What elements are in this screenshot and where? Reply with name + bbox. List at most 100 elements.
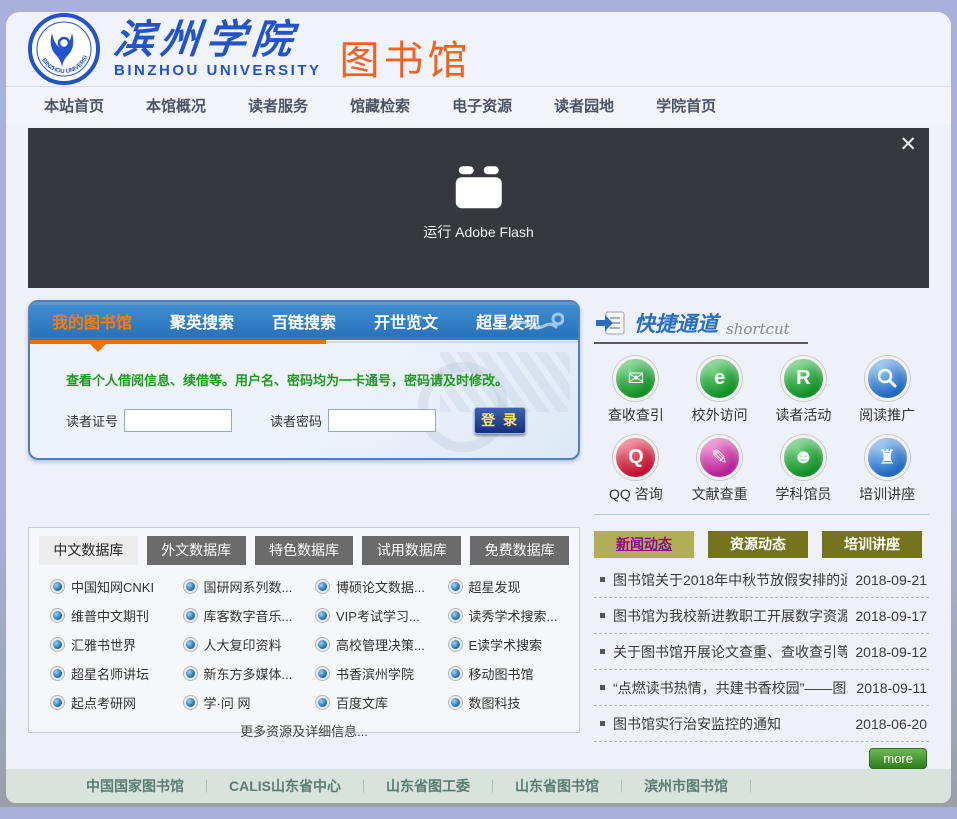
nav-item-university-home[interactable]: 学院首页 <box>656 95 716 116</box>
login-button[interactable]: 登 录 <box>474 407 526 434</box>
nav-item-e-resources[interactable]: 电子资源 <box>452 95 512 116</box>
news-item[interactable]: 关于图书馆开展论文查重、查收查引等... 2018-09-12 <box>594 634 929 670</box>
db-link[interactable]: 汇雅书世界 <box>39 631 172 659</box>
login-area: 查看个人借阅信息、续借等。用户名、密码均为一卡通号，密码请及时修改。 读者证号 … <box>30 344 578 459</box>
db-link[interactable]: 数图科技 <box>437 689 570 717</box>
tab-chinese-db[interactable]: 中文数据库 <box>39 536 138 565</box>
bullseye-icon <box>316 696 329 709</box>
page-container: BINZHOU UNIVERSITY 滨州学院 BINZHOU UNIVERSI… <box>6 12 951 803</box>
db-link[interactable]: 学·问 网 <box>172 689 305 717</box>
db-link[interactable]: 移动图书馆 <box>437 660 570 688</box>
news-more-button[interactable]: more <box>869 748 927 769</box>
db-link[interactable]: 超星名师讲坛 <box>39 660 172 688</box>
bullseye-icon <box>449 580 462 593</box>
db-link[interactable]: 中国知网CNKI <box>39 573 172 601</box>
footer: 中国国家图书馆｜ CALIS山东省中心｜ 山东省图工委｜ 山东省图书馆｜ 滨州市… <box>6 769 951 803</box>
db-link[interactable]: 人大复印资料 <box>172 631 305 659</box>
tab-free-db[interactable]: 免费数据库 <box>470 536 569 565</box>
shortcut-qq-consult[interactable]: Q QQ 咨询 <box>594 435 678 504</box>
magnifier-book-icon <box>865 356 910 401</box>
shortcut-subject-librarian[interactable]: ☻ 学科馆员 <box>762 435 846 504</box>
my-library-panel: 我的图书馆 聚英搜索 百链搜索 开世览文 超星发现 查看个人借阅信 <box>28 300 580 460</box>
tab-trial-db[interactable]: 试用数据库 <box>362 536 461 565</box>
castle-icon: ♜ <box>865 435 910 480</box>
tab-news[interactable]: 新闻动态 <box>594 531 694 558</box>
nav-item-about[interactable]: 本馆概况 <box>146 95 206 116</box>
shortcut-reader-activity[interactable]: R 读者活动 <box>762 356 846 425</box>
db-link[interactable]: 库客数字音乐... <box>172 602 305 630</box>
tab-training[interactable]: 培训讲座 <box>822 531 922 558</box>
more-resources-link[interactable]: 更多资源及详细信息... <box>39 721 569 740</box>
tab-bailian-search[interactable]: 百链搜索 <box>272 309 336 333</box>
reader-password-input[interactable] <box>328 409 436 432</box>
bullseye-icon <box>184 638 197 651</box>
people-icon: ☻ <box>781 435 826 480</box>
pencil-pad-icon: ✎ <box>697 435 742 480</box>
news-item[interactable]: 图书馆为我校新进教职工开展数字资源... 2018-09-17 <box>594 598 929 634</box>
bullseye-icon <box>51 667 64 680</box>
tab-special-db[interactable]: 特色数据库 <box>255 536 354 565</box>
shortcut-title-zh: 快捷通道 <box>634 308 718 338</box>
shortcut-citation-check[interactable]: ✉ 查收查引 <box>594 356 678 425</box>
envelope-icon: ✉ <box>613 356 658 401</box>
run-flash-label: 运行 Adobe Flash <box>423 222 534 242</box>
db-link[interactable]: 高校管理决策... <box>304 631 437 659</box>
square-bullet-icon <box>600 685 605 690</box>
footer-link-shandong-library[interactable]: 山东省图书馆 <box>515 776 599 796</box>
bullseye-icon <box>51 696 64 709</box>
db-link[interactable]: 博硕论文数据... <box>304 573 437 601</box>
database-tabs: 中文数据库 外文数据库 特色数据库 试用数据库 免费数据库 <box>39 536 569 565</box>
reader-id-input[interactable] <box>124 409 232 432</box>
flash-banner-placeholder: ✕ 运行 Adobe Flash <box>28 128 929 288</box>
bullseye-icon <box>184 580 197 593</box>
db-link[interactable]: 超星发现 <box>437 573 570 601</box>
news-item[interactable]: 图书馆实行治安监控的通知 2018-06-20 <box>594 706 929 742</box>
tab-foreign-db[interactable]: 外文数据库 <box>147 536 246 565</box>
bullseye-icon <box>316 609 329 622</box>
news-item[interactable]: “点燃读书热情，共建书香校园”——图... 2018-09-11 <box>594 670 929 706</box>
db-link[interactable]: 百度文库 <box>304 689 437 717</box>
tab-juying-search[interactable]: 聚英搜索 <box>170 309 234 333</box>
nav-item-reader-services[interactable]: 读者服务 <box>248 95 308 116</box>
site-title: 图书馆 <box>340 28 472 86</box>
footer-link-national-library[interactable]: 中国国家图书馆 <box>86 776 184 796</box>
nav-item-catalog-search[interactable]: 馆藏检索 <box>350 95 410 116</box>
shortcut-offcampus-access[interactable]: e 校外访问 <box>678 356 762 425</box>
flash-plugin-icon <box>456 166 502 208</box>
news-item[interactable]: 图书馆关于2018年中秋节放假安排的通... 2018-09-21 <box>594 562 929 598</box>
bullseye-icon <box>184 696 197 709</box>
db-link[interactable]: 国研网系列数... <box>172 573 305 601</box>
content-row-top: 我的图书馆 聚英搜索 百链搜索 开世览文 超星发现 查看个人借阅信 <box>6 300 951 515</box>
footer-link-calis-shandong[interactable]: CALIS山东省中心 <box>229 776 341 796</box>
news-panel: 新闻动态 资源动态 培训讲座 图书馆关于2018年中秋节放假安排的通... 20… <box>594 527 929 769</box>
shortcut-plagiarism-check[interactable]: ✎ 文献查重 <box>678 435 762 504</box>
bullseye-icon <box>51 638 64 651</box>
shortcut-reading-promotion[interactable]: 阅读推广 <box>845 356 929 425</box>
db-link[interactable]: E读学术搜索 <box>437 631 570 659</box>
close-icon[interactable]: ✕ <box>899 134 917 155</box>
internet-e-icon: e <box>697 356 742 401</box>
db-link[interactable]: VIP考试学习... <box>304 602 437 630</box>
footer-link-shandong-library-committee[interactable]: 山东省图工委 <box>386 776 470 796</box>
bullseye-icon <box>449 667 462 680</box>
shortcut-training-lecture[interactable]: ♜ 培训讲座 <box>845 435 929 504</box>
nav-item-reader-garden[interactable]: 读者园地 <box>554 95 614 116</box>
db-link[interactable]: 读秀学术搜索... <box>437 602 570 630</box>
news-tabs: 新闻动态 资源动态 培训讲座 <box>594 531 929 558</box>
tab-kaishi-lanwen[interactable]: 开世览文 <box>374 309 438 333</box>
nav-item-home[interactable]: 本站首页 <box>44 95 104 116</box>
qq-penguin-icon: Q <box>613 435 658 480</box>
reader-id-label: 读者证号 <box>66 411 118 430</box>
bullseye-icon <box>316 667 329 680</box>
tab-my-library[interactable]: 我的图书馆 <box>52 309 132 333</box>
footer-link-binzhou-city-library[interactable]: 滨州市图书馆 <box>644 776 728 796</box>
db-link[interactable]: 书香滨州学院 <box>304 660 437 688</box>
db-link[interactable]: 维普中文期刊 <box>39 602 172 630</box>
tab-resource-news[interactable]: 资源动态 <box>708 531 808 558</box>
run-flash-button[interactable]: 运行 Adobe Flash <box>423 166 534 242</box>
db-link[interactable]: 新东方多媒体... <box>172 660 305 688</box>
bullseye-icon <box>184 667 197 680</box>
header: BINZHOU UNIVERSITY 滨州学院 BINZHOU UNIVERSI… <box>6 12 951 87</box>
db-link[interactable]: 起点考研网 <box>39 689 172 717</box>
university-name-zh: 滨州学院 <box>112 20 324 60</box>
